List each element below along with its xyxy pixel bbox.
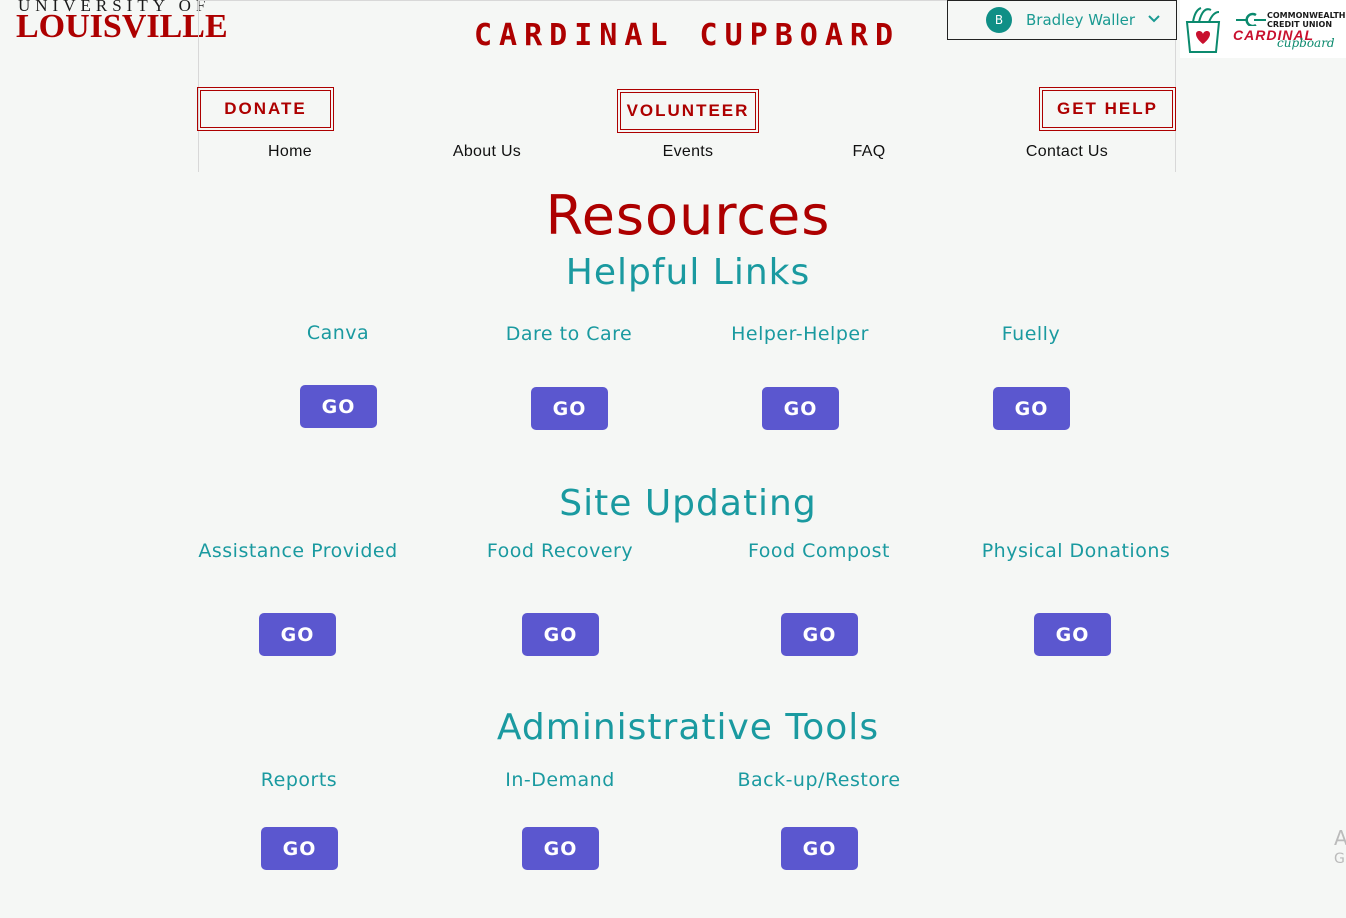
university-logo-line2[interactable]: LOUISVILLE xyxy=(16,8,228,46)
link-label-reports: Reports xyxy=(260,769,338,791)
nav-faq[interactable]: FAQ xyxy=(853,143,886,161)
go-button-fuelly[interactable]: GO xyxy=(993,387,1070,430)
nav-contact-us[interactable]: Contact Us xyxy=(1026,143,1108,161)
section-title-site-updating: Site Updating xyxy=(559,483,817,524)
get-help-button[interactable]: GET HELP xyxy=(1039,87,1176,131)
link-label-dare-to-care: Dare to Care xyxy=(505,323,633,345)
edge-overflow-text: A xyxy=(1334,826,1346,850)
go-button-backup-restore[interactable]: GO xyxy=(781,827,858,870)
go-button-helper-helper[interactable]: GO xyxy=(762,387,839,430)
nav-home[interactable]: Home xyxy=(268,143,312,161)
section-title-helpful-links: Helpful Links xyxy=(565,252,811,293)
go-button-physical-donations[interactable]: GO xyxy=(1034,613,1111,656)
link-label-backup-restore: Back-up/Restore xyxy=(737,769,901,791)
go-button-food-compost[interactable]: GO xyxy=(781,613,858,656)
link-label-food-compost: Food Compost xyxy=(747,540,891,562)
edge-overflow-subtext: G xyxy=(1334,851,1345,867)
link-label-helper-helper: Helper-Helper xyxy=(731,323,869,345)
volunteer-button-label: VOLUNTEER xyxy=(620,92,756,130)
link-label-assistance-provided: Assistance Provided xyxy=(198,540,398,562)
user-name[interactable]: Bradley Waller xyxy=(1026,11,1135,29)
go-button-reports[interactable]: GO xyxy=(261,827,338,870)
donate-button[interactable]: DONATE xyxy=(197,87,334,131)
partner-cupboard-text: cupboard xyxy=(1277,36,1335,50)
user-avatar[interactable]: B xyxy=(986,7,1012,33)
link-label-in-demand: In-Demand xyxy=(505,769,615,791)
partner-name-line1: COMMONWEALTH xyxy=(1267,11,1346,20)
volunteer-button[interactable]: VOLUNTEER xyxy=(617,89,759,133)
credit-union-mark-icon xyxy=(1236,12,1266,26)
link-label-food-recovery: Food Recovery xyxy=(486,540,634,562)
link-label-canva: Canva xyxy=(306,322,370,344)
nav-about-us[interactable]: About Us xyxy=(453,143,521,161)
go-button-assistance-provided[interactable]: GO xyxy=(259,613,336,656)
grocery-bag-icon xyxy=(1185,7,1221,53)
chevron-down-icon[interactable] xyxy=(1147,14,1161,24)
go-button-in-demand[interactable]: GO xyxy=(522,827,599,870)
link-label-physical-donations: Physical Donations xyxy=(981,540,1171,562)
get-help-button-label: GET HELP xyxy=(1042,90,1173,128)
nav-events[interactable]: Events xyxy=(663,143,714,161)
go-button-food-recovery[interactable]: GO xyxy=(522,613,599,656)
section-title-administrative-tools: Administrative Tools xyxy=(496,707,880,748)
go-button-dare-to-care[interactable]: GO xyxy=(531,387,608,430)
donate-button-label: DONATE xyxy=(200,90,331,128)
link-label-fuelly: Fuelly xyxy=(1001,323,1061,345)
page-title: Resources xyxy=(545,184,831,247)
go-button-canva[interactable]: GO xyxy=(300,385,377,428)
